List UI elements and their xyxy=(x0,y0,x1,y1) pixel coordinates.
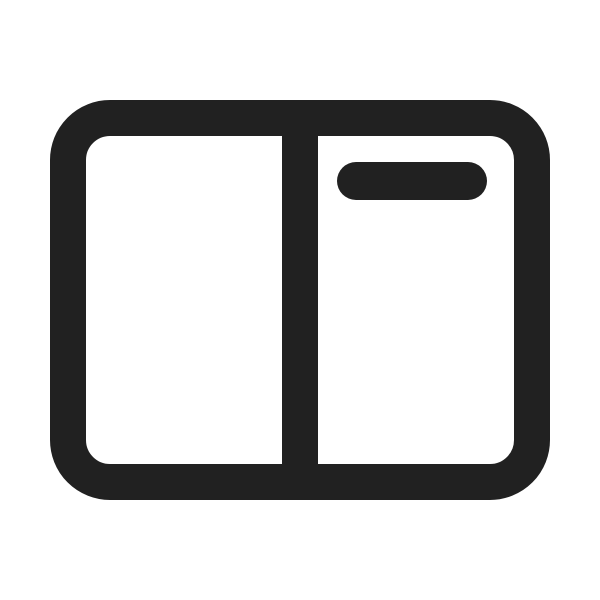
divider-bar xyxy=(282,118,318,482)
header-pill xyxy=(337,162,487,200)
split-view-panel-icon xyxy=(0,0,600,600)
icon-canvas xyxy=(0,0,600,600)
split-view-panel-icon-graphic xyxy=(50,100,550,500)
